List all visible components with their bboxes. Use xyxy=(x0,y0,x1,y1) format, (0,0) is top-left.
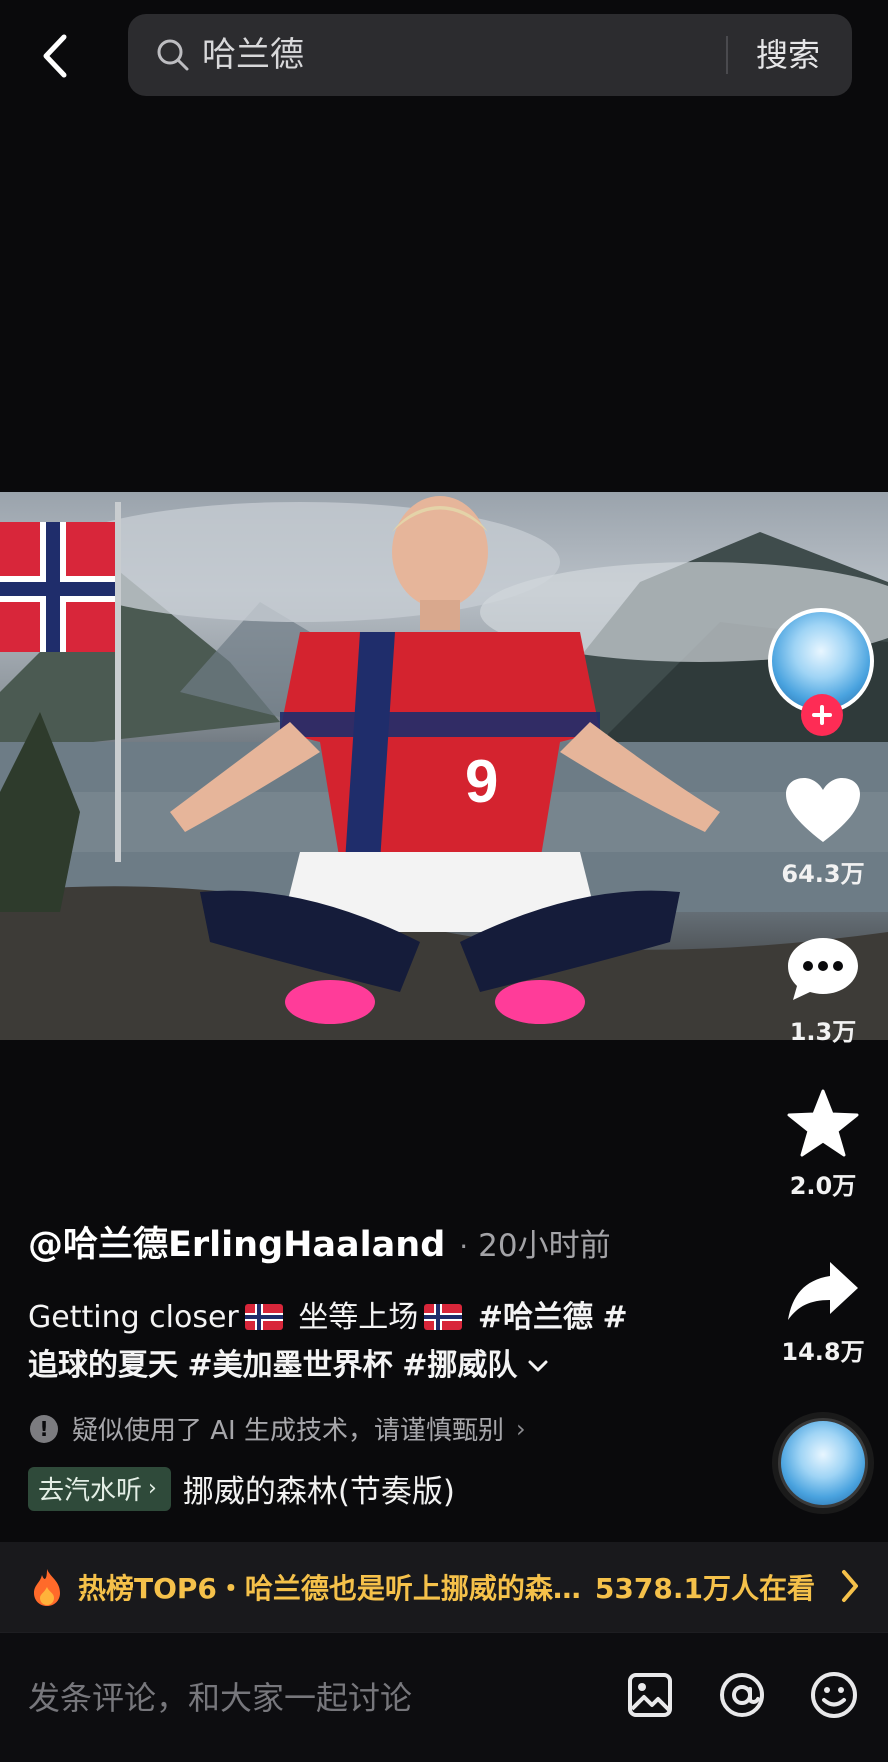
search-bar[interactable]: 哈兰德 搜索 xyxy=(128,14,852,96)
ai-warning-text: 疑似使用了 AI 生成技术，请谨慎甄别 xyxy=(72,1416,504,1446)
plus-icon xyxy=(812,705,832,725)
share-icon xyxy=(788,1262,858,1320)
follow-button[interactable] xyxy=(801,694,843,736)
share-action[interactable]: 14.8万 xyxy=(758,1258,888,1367)
fire-icon xyxy=(34,1569,60,1606)
chevron-right-icon: › xyxy=(148,1476,157,1501)
ai-warning[interactable]: ! 疑似使用了 AI 生成技术，请谨慎甄别 › xyxy=(30,1410,526,1447)
music-tag-label: 去汽水听 xyxy=(38,1476,143,1506)
post-description[interactable]: Getting closer 坐等上场 #哈兰德 # 追球的夏天 #美加墨世界杯… xyxy=(28,1294,668,1390)
comment-icon xyxy=(788,938,858,1000)
hashtag-norway-team[interactable]: #挪威队 xyxy=(402,1348,517,1383)
search-query[interactable]: 哈兰德 xyxy=(202,32,304,78)
chevron-down-icon[interactable] xyxy=(527,1359,549,1373)
like-action[interactable]: 64.3万 xyxy=(758,776,888,889)
at-icon[interactable] xyxy=(716,1669,768,1721)
music-disc[interactable] xyxy=(772,1412,874,1514)
favorite-action[interactable]: 2.0万 xyxy=(758,1088,888,1201)
chevron-right-icon: › xyxy=(515,1414,526,1443)
warning-icon: ! xyxy=(30,1414,58,1443)
video-player[interactable]: 9 xyxy=(0,492,888,1040)
share-count: 14.8万 xyxy=(781,1338,865,1366)
hashtag-worldcup[interactable]: #美加墨世界杯 xyxy=(188,1348,393,1383)
desc-text-2: 坐等上场 xyxy=(298,1300,419,1335)
norway-flag-icon xyxy=(424,1304,463,1330)
hot-viewers: 5378.1万人在看 xyxy=(594,1572,815,1605)
open-music-app-button[interactable]: 去汽水听 › xyxy=(28,1466,171,1511)
like-count: 64.3万 xyxy=(781,860,865,888)
star-icon xyxy=(787,1089,859,1157)
back-button[interactable] xyxy=(30,26,80,86)
hashtag-summer-start[interactable]: # xyxy=(603,1300,628,1335)
music-line[interactable]: 去汽水听 › 挪威的森林(节奏版) xyxy=(28,1466,455,1511)
svg-text:9: 9 xyxy=(465,748,498,815)
video-frame: 9 xyxy=(0,496,888,1040)
desc-text-1: Getting closer xyxy=(28,1300,239,1335)
author-line: @哈兰德ErlingHaaland · 20小时前 xyxy=(28,1216,611,1267)
favorite-count: 2.0万 xyxy=(789,1172,857,1200)
image-icon[interactable] xyxy=(624,1669,676,1721)
hot-title: 热榜TOP6・哈兰德也是听上挪威的森… xyxy=(78,1572,581,1605)
comment-bar: 发条评论，和大家一起讨论 xyxy=(0,1632,888,1762)
norway-flag-icon xyxy=(244,1304,283,1330)
back-icon xyxy=(43,34,67,78)
search-icon xyxy=(157,39,189,71)
hot-list-banner[interactable]: 热榜TOP6・哈兰德也是听上挪威的森… 5378.1万人在看 xyxy=(0,1542,888,1632)
separator-dot: · xyxy=(459,1230,469,1263)
video-screen: 哈兰德 搜索 9 64.3万 1.3万 2.0万 14.8万 @哈兰德Erlin… xyxy=(0,0,888,1762)
hashtag-summer[interactable]: 追球的夏天 xyxy=(28,1348,178,1383)
comment-action[interactable]: 1.3万 xyxy=(758,934,888,1047)
comment-count: 1.3万 xyxy=(789,1018,857,1046)
heart-icon xyxy=(786,778,860,842)
emoji-icon[interactable] xyxy=(808,1669,860,1721)
search-divider xyxy=(726,36,728,74)
music-disc-cover xyxy=(778,1418,868,1508)
search-button[interactable]: 搜索 xyxy=(756,32,820,78)
hashtag-haaland[interactable]: #哈兰德 xyxy=(478,1300,593,1335)
music-title[interactable]: 挪威的森林(节奏版) xyxy=(183,1466,455,1511)
chevron-right-icon xyxy=(842,1570,858,1602)
comment-input[interactable]: 发条评论，和大家一起讨论 xyxy=(28,1673,412,1719)
post-time: 20小时前 xyxy=(478,1228,611,1264)
author-name[interactable]: @哈兰德ErlingHaaland xyxy=(28,1216,445,1267)
